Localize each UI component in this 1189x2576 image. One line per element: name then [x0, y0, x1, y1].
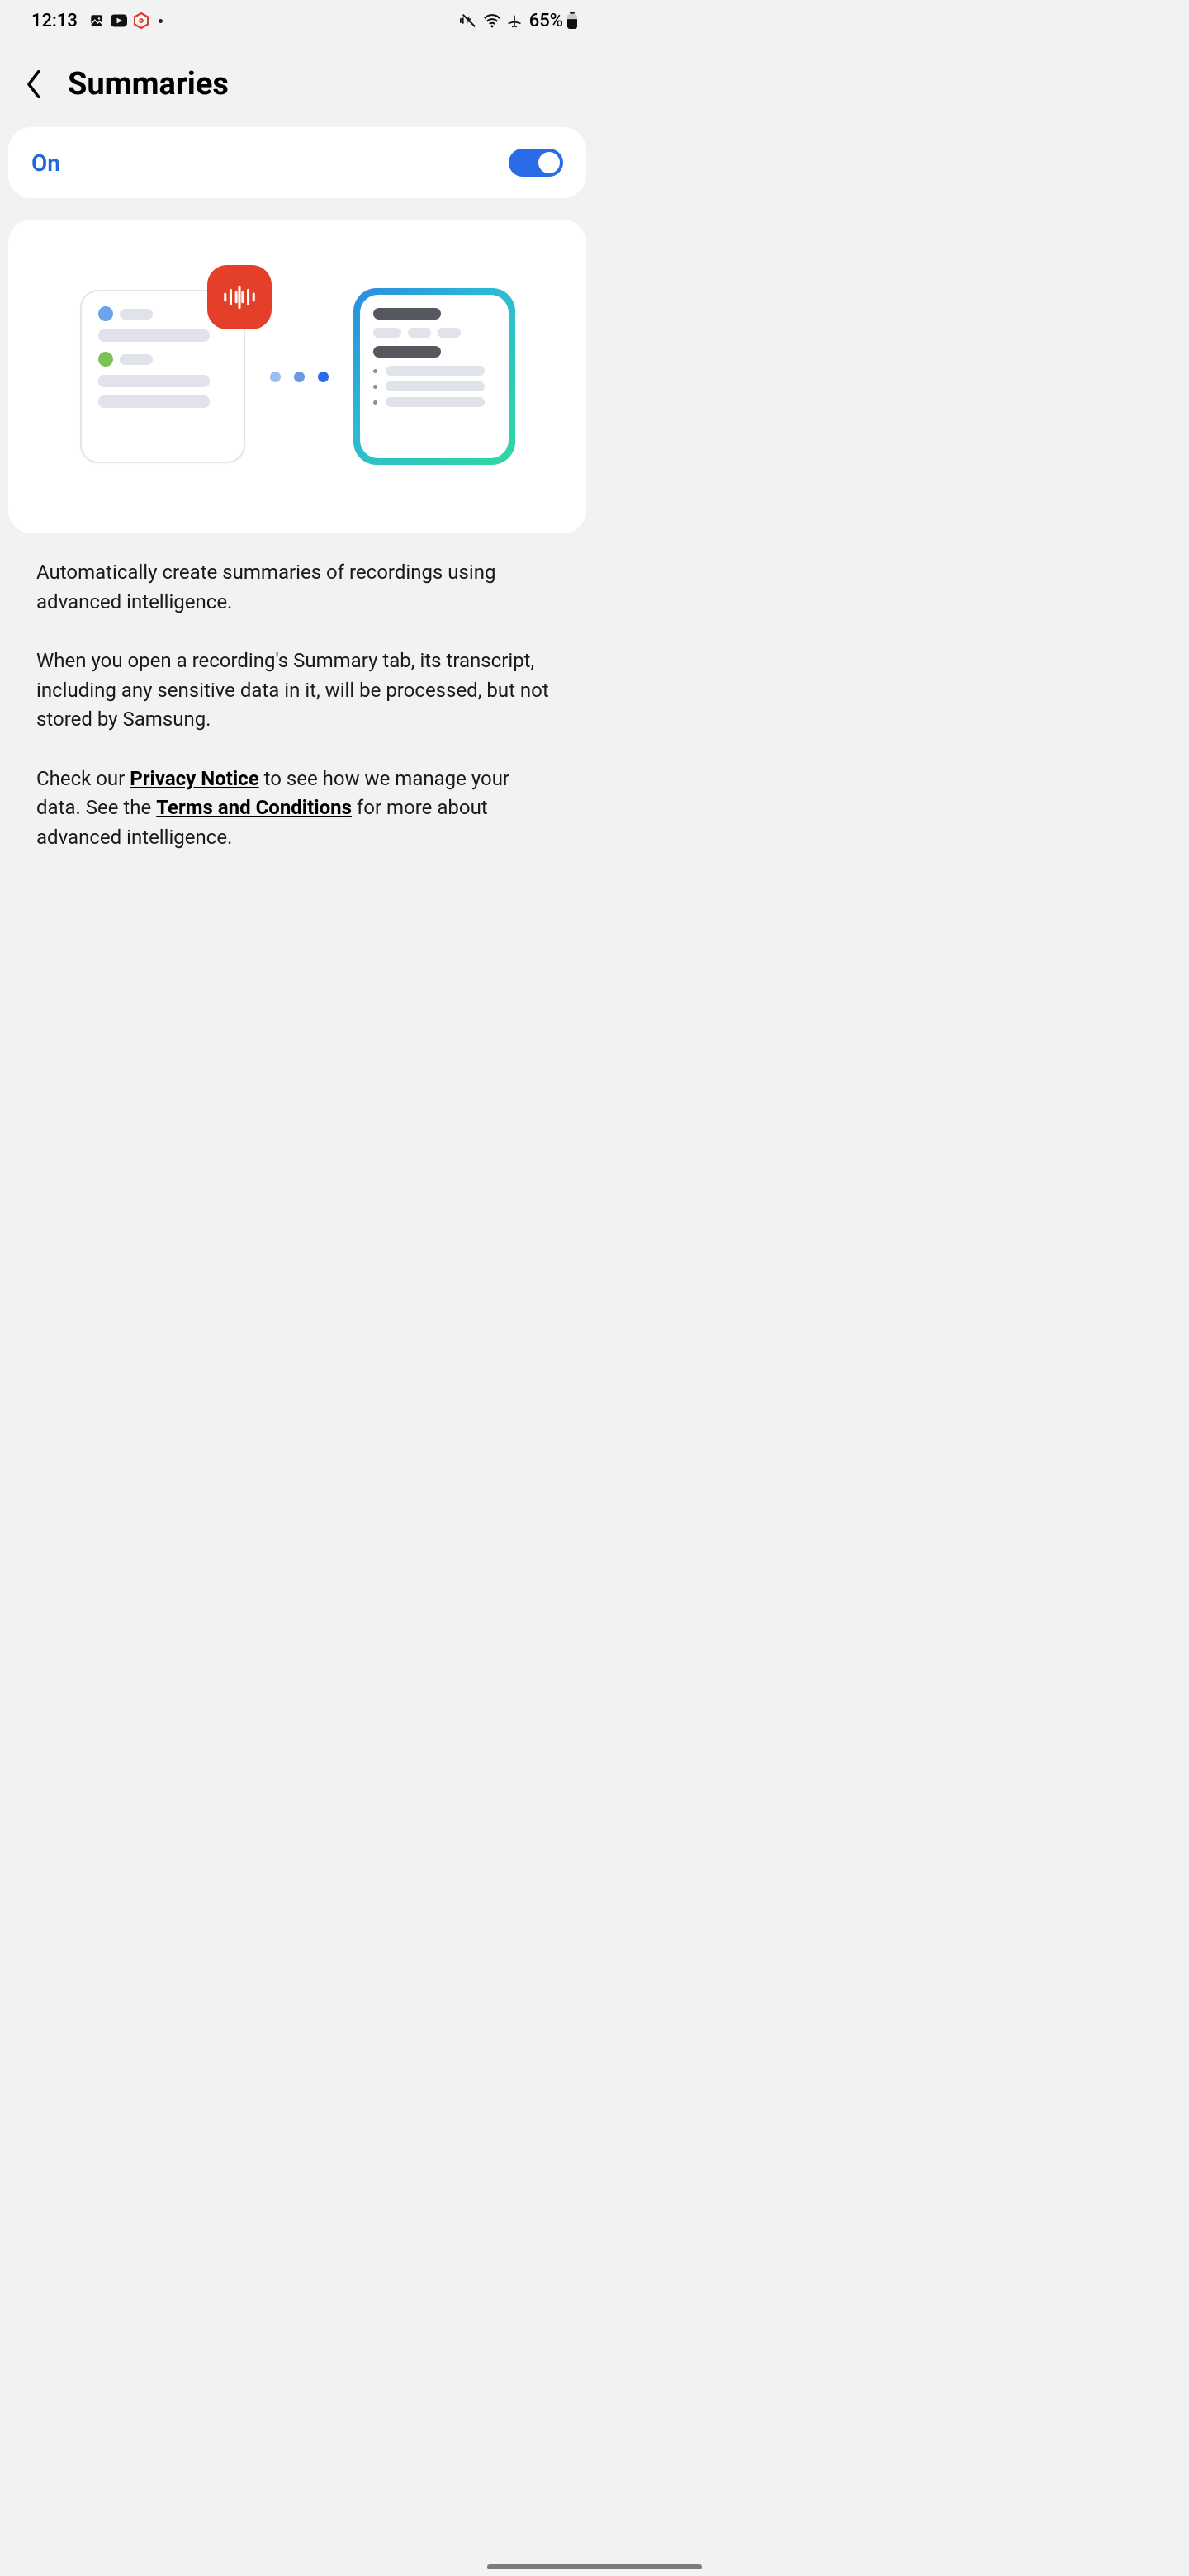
youtube-icon [111, 14, 127, 27]
illustration-card [8, 220, 586, 533]
page-title: Summaries [68, 66, 229, 102]
dot-icon [294, 372, 305, 382]
battery-text: 65% [529, 11, 563, 31]
description-p2: When you open a recording's Summary tab,… [36, 646, 558, 735]
status-time: 12:13 [31, 11, 78, 31]
placeholder-line [98, 329, 210, 342]
processing-dots-icon [270, 372, 329, 382]
placeholder-line [386, 381, 485, 391]
status-right: 65% [460, 11, 578, 31]
illustration-summary-icon [353, 288, 515, 465]
privacy-notice-link[interactable]: Privacy Notice [130, 767, 258, 790]
home-indicator[interactable] [487, 2564, 702, 2569]
dark-line [373, 346, 441, 358]
battery-icon [566, 12, 578, 30]
placeholder-line [120, 354, 153, 365]
description-p3: Check our Privacy Notice to see how we m… [36, 765, 558, 853]
airplane-icon [506, 12, 523, 29]
description-text: Automatically create summaries of record… [0, 533, 594, 852]
vibrate-icon [460, 12, 478, 30]
bullet-icon [373, 400, 377, 405]
bullet-icon [373, 385, 377, 389]
speaker-avatar-icon [98, 306, 113, 321]
bullet-icon [373, 369, 377, 373]
back-button[interactable] [17, 66, 53, 102]
text: Check our [36, 767, 130, 790]
dot-icon [270, 372, 281, 382]
dot-icon [318, 372, 329, 382]
placeholder-line [120, 309, 153, 320]
status-bar: 12:13 65% [0, 0, 594, 41]
description-p1: Automatically create summaries of record… [36, 558, 558, 617]
record-app-icon [207, 265, 272, 329]
gallery-icon [89, 13, 104, 28]
placeholder-line [408, 328, 431, 338]
placeholder-line [98, 395, 210, 408]
placeholder-line [438, 328, 461, 338]
master-toggle-row[interactable]: On [8, 127, 586, 198]
placeholder-line [373, 328, 401, 338]
placeholder-line [98, 375, 210, 387]
header: Summaries [0, 41, 594, 127]
wifi-icon [483, 12, 501, 29]
illustration-transcript-icon [80, 290, 245, 463]
placeholder-line [386, 366, 485, 376]
dark-line [373, 308, 441, 320]
placeholder-line [386, 397, 485, 407]
toggle-switch[interactable] [509, 149, 563, 177]
speaker-avatar-icon [98, 352, 113, 367]
status-left: 12:13 [31, 11, 163, 31]
toggle-label: On [31, 149, 60, 177]
hex-app-icon [134, 12, 149, 29]
terms-conditions-link[interactable]: Terms and Conditions [156, 796, 352, 819]
more-icon [159, 19, 163, 23]
